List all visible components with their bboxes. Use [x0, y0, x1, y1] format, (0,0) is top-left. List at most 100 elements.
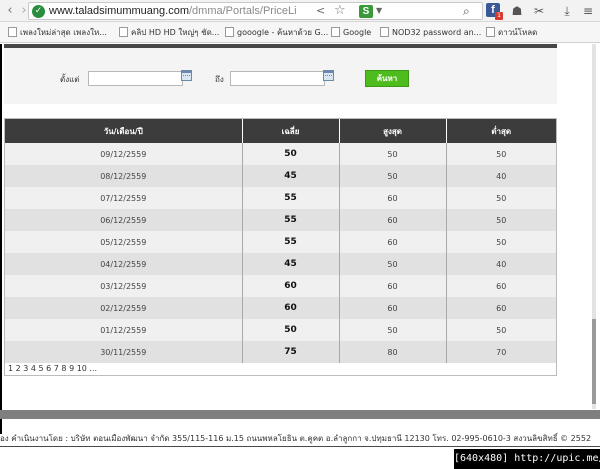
max-cell: 50	[338, 253, 446, 275]
max-cell: 60	[338, 231, 446, 253]
max-cell: 60	[338, 275, 446, 297]
min-cell: 40	[445, 165, 556, 187]
min-cell: 50	[445, 187, 556, 209]
browser-toolbar: ‹ › ✓ www.taladsimummuang.com/dmma/Porta…	[0, 0, 600, 22]
table-row: 07/12/2559 55 60 50	[5, 187, 556, 209]
date-cell: 08/12/2559	[5, 165, 242, 187]
star-icon[interactable]: ☆	[334, 3, 346, 18]
bookmark-label: ดาวน์โหลด	[498, 28, 538, 37]
average-cell: 55	[241, 209, 339, 231]
table-row: 08/12/2559 45 50 40	[5, 165, 556, 187]
footer-divider	[0, 446, 600, 447]
max-cell: 60	[338, 209, 446, 231]
date-cell: 02/12/2559	[5, 297, 242, 319]
scrollbar-thumb[interactable]	[592, 319, 596, 404]
scissors-icon[interactable]: ✂	[532, 3, 546, 19]
url-path: /dmma/Portals/PriceLi	[189, 5, 297, 17]
bookmark-label: เพลงใหม่ล่าสุด เพลงให...	[20, 28, 107, 37]
address-bar[interactable]: ✓ www.taladsimummuang.com/dmma/Portals/P…	[28, 2, 483, 20]
watermark: [640x480] http://upic.me/	[454, 449, 600, 469]
bookmark-label: Google	[343, 28, 372, 37]
max-cell: 50	[338, 143, 446, 165]
page-content: ตั้งแต่ ถึง ค้นหา วัน/เดือน/ปี เฉลี่ย สู…	[0, 44, 600, 469]
min-cell: 60	[445, 275, 556, 297]
price-table: วัน/เดือน/ปี เฉลี่ย สูงสุด ต่ำสุด 09/12/…	[5, 119, 556, 363]
table-body: 09/12/2559 50 50 50 08/12/2559 45 50 40 07/12/25…	[5, 143, 556, 363]
from-date-label: ตั้งแต่	[60, 75, 80, 84]
url-text[interactable]: www.taladsimummuang.com/dmma/Portals/Pri…	[49, 5, 297, 17]
column-header-min: ต่ำสุด	[445, 119, 556, 143]
page-icon	[225, 27, 234, 37]
date-cell: 07/12/2559	[5, 187, 242, 209]
to-date-input[interactable]	[230, 71, 325, 86]
min-cell: 50	[445, 209, 556, 231]
extension-icon[interactable]: ☗	[510, 3, 524, 19]
chevron-down-icon[interactable]: ▼	[376, 6, 382, 15]
bookmark-label: คลิป HD HD ใหญ่ๆ ชัด...	[131, 28, 220, 37]
date-filter-panel: ตั้งแต่ ถึง ค้นหา	[4, 44, 557, 104]
bookmark-item[interactable]: NOD32 password an...	[380, 25, 481, 40]
bookmark-item[interactable]: Google	[331, 25, 371, 40]
share-icon[interactable]: <	[316, 4, 325, 17]
table-header-row: วัน/เดือน/ปี เฉลี่ย สูงสุด ต่ำสุด	[5, 119, 556, 143]
notification-badge: 1	[495, 12, 503, 20]
bookmark-item[interactable]: คลิป HD HD ใหญ่ๆ ชัด...	[119, 25, 219, 40]
date-cell: 06/12/2559	[5, 209, 242, 231]
footer-bar	[0, 410, 600, 419]
table-row: 03/12/2559 60 60 60	[5, 275, 556, 297]
average-cell: 50	[241, 143, 339, 165]
page-icon	[8, 27, 17, 37]
bookmark-item[interactable]: gooogle - ค้นหาด้วย G...	[225, 25, 328, 40]
table-row: 02/12/2559 60 60 60	[5, 297, 556, 319]
search-button[interactable]: ค้นหา	[365, 70, 409, 87]
average-cell: 60	[241, 275, 339, 297]
average-cell: 55	[241, 187, 339, 209]
url-host: www.taladsimummuang.com	[49, 5, 189, 17]
calendar-icon[interactable]	[181, 70, 192, 81]
date-cell: 09/12/2559	[5, 143, 242, 165]
min-cell: 50	[445, 319, 556, 341]
max-cell: 50	[338, 165, 446, 187]
to-date-label: ถึง	[215, 75, 224, 84]
date-cell: 30/11/2559	[5, 341, 242, 363]
price-table-container: วัน/เดือน/ปี เฉลี่ย สูงสุด ต่ำสุด 09/12/…	[4, 118, 557, 376]
average-cell: 60	[241, 297, 339, 319]
secure-icon: ✓	[32, 5, 45, 18]
min-cell: 50	[445, 231, 556, 253]
column-header-average: เฉลี่ย	[241, 119, 339, 143]
average-cell: 45	[241, 165, 339, 187]
max-cell: 60	[338, 297, 446, 319]
extension-s-icon[interactable]: S	[359, 5, 373, 18]
footer-text: อง คำเนินงานโดย : บริษัท ตอนเมืองพัฒนา จ…	[0, 434, 592, 443]
column-header-max: สูงสุด	[338, 119, 446, 143]
page-icon	[119, 27, 128, 37]
average-cell: 55	[241, 231, 339, 253]
max-cell: 50	[338, 319, 446, 341]
min-cell: 60	[445, 297, 556, 319]
bookmark-item[interactable]: ดาวน์โหลด	[486, 25, 537, 40]
bookmark-label: gooogle - ค้นหาด้วย G...	[237, 28, 329, 37]
menu-icon[interactable]: ≡	[581, 3, 595, 19]
table-row: 30/11/2559 75 80 70	[5, 341, 556, 363]
pagination[interactable]: 1 2 3 4 5 6 7 8 9 10 ...	[8, 364, 97, 373]
table-row: 05/12/2559 55 60 50	[5, 231, 556, 253]
from-date-input[interactable]	[88, 71, 183, 86]
calendar-icon[interactable]	[323, 70, 334, 81]
min-cell: 70	[445, 341, 556, 363]
download-icon[interactable]: ⤓	[560, 3, 574, 19]
date-cell: 01/12/2559	[5, 319, 242, 341]
average-cell: 45	[241, 253, 339, 275]
search-icon[interactable]: ⌕	[463, 4, 470, 19]
max-cell: 60	[338, 187, 446, 209]
table-row: 01/12/2559 50 50 50	[5, 319, 556, 341]
table-row: 04/12/2559 45 50 40	[5, 253, 556, 275]
date-cell: 04/12/2559	[5, 253, 242, 275]
bookmark-label: NOD32 password an...	[392, 28, 482, 37]
table-row: 06/12/2559 55 60 50	[5, 209, 556, 231]
page-icon	[331, 27, 340, 37]
date-cell: 03/12/2559	[5, 275, 242, 297]
bookmark-item[interactable]: เพลงใหม่ล่าสุด เพลงให...	[8, 25, 107, 40]
min-cell: 40	[445, 253, 556, 275]
column-header-date: วัน/เดือน/ปี	[5, 119, 242, 143]
max-cell: 80	[338, 341, 446, 363]
